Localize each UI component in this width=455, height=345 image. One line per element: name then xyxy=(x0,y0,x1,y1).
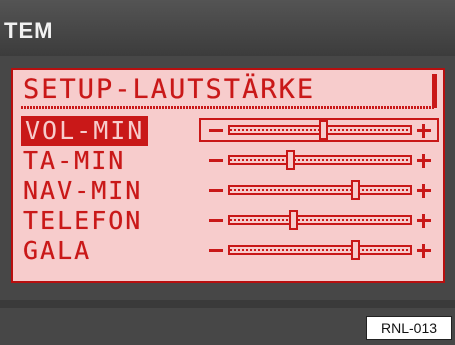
system-title: TEM xyxy=(4,18,54,43)
heading-underline xyxy=(21,106,435,109)
volume-slider-thumb[interactable] xyxy=(350,240,360,260)
setting-label: TA-MIN xyxy=(23,146,126,175)
setting-row[interactable]: NAV-MIN xyxy=(21,176,439,206)
plus-icon-vertical xyxy=(422,184,425,198)
volume-slider-thumb[interactable] xyxy=(319,120,328,140)
volume-slider-track[interactable] xyxy=(228,155,412,165)
volume-slider-thumb[interactable] xyxy=(285,150,295,170)
setting-label: TELEFON xyxy=(23,206,143,235)
plus-icon-vertical xyxy=(422,244,425,258)
scrollbar[interactable] xyxy=(432,74,437,108)
lcd-screen: SETUP-LAUTSTÄRKE VOL-MIN TA-MIN NAV-MIN TEL… xyxy=(11,68,445,283)
setting-row[interactable]: TELEFON xyxy=(21,206,439,236)
screen-heading: SETUP-LAUTSTÄRKE xyxy=(23,74,316,105)
figure-code: RNL-013 xyxy=(366,316,452,340)
plus-icon-vertical xyxy=(422,124,425,138)
setting-label: VOL-MIN xyxy=(21,116,149,146)
volume-slider-track[interactable] xyxy=(228,245,412,255)
setting-row[interactable]: GALA xyxy=(21,236,439,266)
volume-slider-track[interactable] xyxy=(228,185,412,195)
volume-slider-thumb[interactable] xyxy=(350,180,360,200)
volume-slider-thumb[interactable] xyxy=(289,210,299,230)
setting-label: NAV-MIN xyxy=(23,176,143,205)
minus-icon[interactable] xyxy=(209,189,223,192)
minus-icon[interactable] xyxy=(209,129,223,132)
minus-icon[interactable] xyxy=(209,219,223,222)
top-bar: TEM xyxy=(0,0,455,57)
plus-icon-vertical xyxy=(422,214,425,228)
volume-slider-track[interactable] xyxy=(228,215,412,225)
setting-label: GALA xyxy=(23,236,92,265)
setting-row[interactable]: VOL-MIN xyxy=(21,116,439,146)
minus-icon[interactable] xyxy=(209,159,223,162)
plus-icon-vertical xyxy=(422,154,425,168)
setting-row[interactable]: TA-MIN xyxy=(21,146,439,176)
minus-icon[interactable] xyxy=(209,249,223,252)
bezel-strip xyxy=(0,300,455,308)
